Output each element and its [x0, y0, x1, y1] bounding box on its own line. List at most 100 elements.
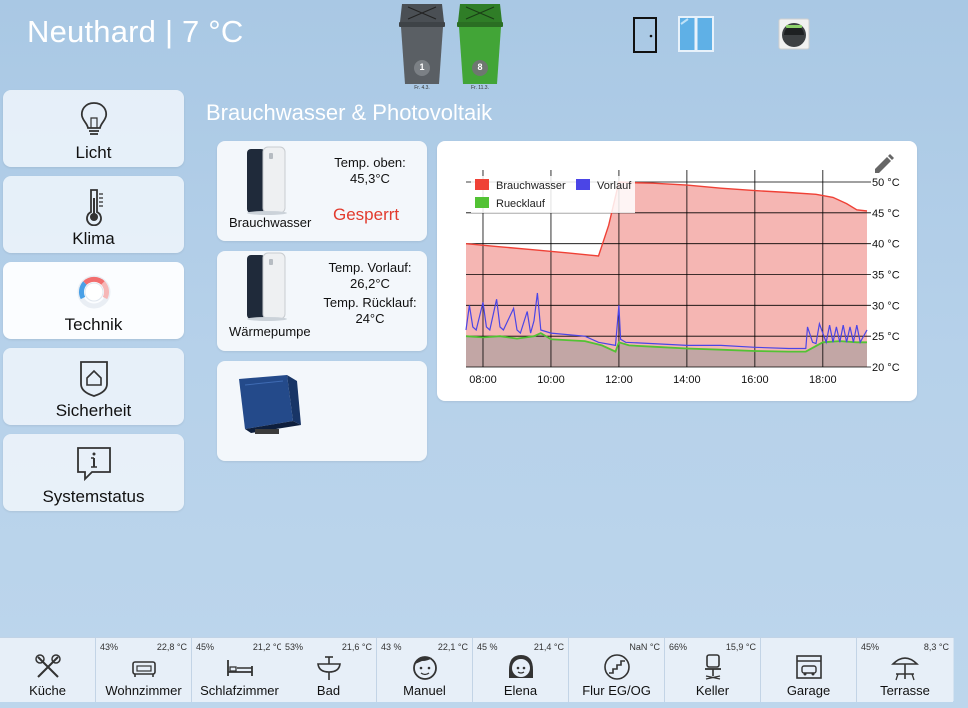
legend-swatch	[475, 197, 489, 208]
sink-icon	[314, 652, 344, 682]
legend-swatch	[475, 179, 489, 190]
robot-vacuum-icon[interactable]	[778, 18, 810, 55]
room-terrasse[interactable]: 45% 8,3 °C Terrasse	[857, 638, 953, 702]
bin-count: 1	[419, 62, 425, 72]
room-label: Garage	[786, 683, 831, 698]
heat-pump-boiler-icon	[243, 145, 293, 222]
room-humidity: 43%	[100, 642, 119, 652]
temperature-chart: 20 °C 25 °C 30 °C 35 °C 40 °C 45 °C 50 °C 08:00…	[437, 141, 917, 401]
ruecklauf-value: 24°C	[355, 311, 385, 326]
page-title: Neuthard | 7 °C	[27, 14, 244, 49]
heat-pump-icon	[243, 251, 293, 328]
bin-date: Fr. 4.3.	[414, 85, 430, 91]
y-tick-label: 40 °C	[872, 239, 900, 251]
room-humidity: 43 %	[381, 642, 402, 652]
room-temperature: 15,9 °C	[725, 642, 756, 652]
door-icon[interactable]	[632, 16, 658, 59]
nav-klima[interactable]: Klima	[3, 176, 184, 253]
room-temperature: 21,4 °C	[533, 642, 564, 652]
nav-label: Technik	[64, 315, 123, 334]
room-bar: Küche 43% 22,8 °C Wohnzimmer 45% 21,2 °C…	[0, 637, 954, 702]
room-label: Terrasse	[880, 683, 930, 698]
dial-icon	[76, 272, 112, 312]
x-tick-label: 08:00	[469, 374, 497, 386]
vorlauf-value: 26,2°C	[350, 276, 390, 291]
y-tick-label: 35 °C	[872, 270, 900, 282]
waermepumpe-card[interactable]: Wärmepumpe Temp. Vorlauf: 26,2°C Temp. R…	[217, 251, 427, 351]
room-temperature: 22,1 °C	[437, 642, 468, 652]
room-label: Keller	[695, 683, 730, 698]
room-humidity: 45 %	[477, 642, 498, 652]
y-tick-label: 20 °C	[872, 362, 900, 374]
y-tick-label: 50 °C	[872, 177, 900, 189]
office-chair-icon	[698, 652, 728, 682]
room-label: Schlafzimmer	[200, 683, 279, 698]
room-schlafzimmer[interactable]: 45% 21,2 °C Schlafzimmer	[192, 638, 288, 702]
room-humidity: 45%	[861, 642, 880, 652]
device-name: Wärmepumpe	[229, 324, 311, 339]
room-label: Wohnzimmer	[105, 683, 182, 698]
x-tick-label: 10:00	[537, 374, 565, 386]
gray-trash-bin-icon[interactable]: 1 Fr. 4.3.	[396, 2, 448, 91]
solar-inverter-icon	[235, 373, 305, 444]
room-kueche[interactable]: Küche	[0, 638, 96, 702]
green-trash-bin-icon[interactable]: 8 Fr. 11.3.	[454, 2, 506, 91]
room-label: Bad	[316, 683, 341, 698]
section-title: Brauchwasser & Photovoltaik	[206, 100, 493, 125]
brauchwasser-card[interactable]: Brauchwasser Temp. oben: 45,3°C Gesperrt	[217, 141, 427, 241]
x-tick-label: 14:00	[673, 374, 701, 386]
room-garage[interactable]: Garage	[761, 638, 857, 702]
room-label: Manuel	[403, 683, 446, 698]
room-humidity: 66%	[669, 642, 688, 652]
nav-sicherheit[interactable]: Sicherheit	[3, 348, 184, 425]
nav-label: Klima	[72, 229, 115, 248]
nav-label: Sicherheit	[55, 401, 132, 420]
nav-technik[interactable]: Technik	[3, 262, 184, 339]
room-elena[interactable]: 45 % 21,4 °C Elena	[473, 638, 569, 702]
legend-label: Vorlauf	[597, 180, 632, 192]
info-bubble-icon	[76, 444, 112, 484]
x-tick-label: 12:00	[605, 374, 633, 386]
device-name: Brauchwasser	[229, 215, 312, 230]
room-wohnzimmer[interactable]: 43% 22,8 °C Wohnzimmer	[96, 638, 192, 702]
stairs-icon	[602, 652, 632, 682]
ruecklauf-label: Temp. Rücklauf:	[323, 295, 417, 310]
inverter-card[interactable]	[217, 361, 427, 461]
legend-swatch	[576, 179, 590, 190]
room-manuel[interactable]: 43 % 22,1 °C Manuel	[377, 638, 473, 702]
legend-label: Ruecklauf	[496, 198, 546, 210]
pencil-icon[interactable]	[875, 154, 894, 173]
room-humidity: 45%	[196, 642, 215, 652]
room-temperature: NaN °C	[629, 642, 660, 652]
window-icon[interactable]	[678, 16, 714, 57]
room-temperature: 8,3 °C	[923, 642, 949, 652]
nav-licht[interactable]: Licht	[3, 90, 184, 167]
nav-label: Licht	[75, 143, 112, 162]
thermometer-icon	[76, 186, 112, 227]
room-humidity: 53%	[285, 642, 304, 652]
room-keller[interactable]: 66% 15,9 °C Keller	[665, 638, 761, 702]
kitchen-utensils-icon	[33, 652, 63, 682]
lightbulb-icon	[76, 100, 112, 140]
patio-umbrella-icon	[890, 652, 920, 682]
vorlauf-label: Temp. Vorlauf:	[328, 260, 412, 275]
y-tick-label: 30 °C	[872, 300, 900, 312]
y-tick-label: 25 °C	[872, 331, 900, 343]
legend-label: Brauchwasser	[496, 180, 566, 192]
room-label: Küche	[29, 683, 66, 698]
room-bad[interactable]: 53% 21,6 °C Bad	[281, 638, 377, 702]
status-badge: Gesperrt	[333, 205, 400, 224]
nav-label: Systemstatus	[42, 487, 145, 506]
nav-systemstatus[interactable]: Systemstatus	[3, 434, 184, 511]
bin-date: Fr. 11.3.	[471, 85, 489, 91]
boy-face-icon	[410, 652, 440, 682]
room-temperature: 22,8 °C	[156, 642, 187, 652]
x-tick-label: 18:00	[809, 374, 837, 386]
room-flur[interactable]: NaN °C Flur EG/OG	[569, 638, 665, 702]
room-temperature: 21,6 °C	[341, 642, 372, 652]
garage-icon	[794, 652, 824, 682]
y-tick-label: 45 °C	[872, 208, 900, 220]
room-temperature: 21,2 °C	[252, 642, 283, 652]
room-label: Elena	[503, 683, 538, 698]
chart-canvas: 20 °C 25 °C 30 °C 35 °C 40 °C 45 °C 50 °C 08:00…	[465, 154, 900, 386]
